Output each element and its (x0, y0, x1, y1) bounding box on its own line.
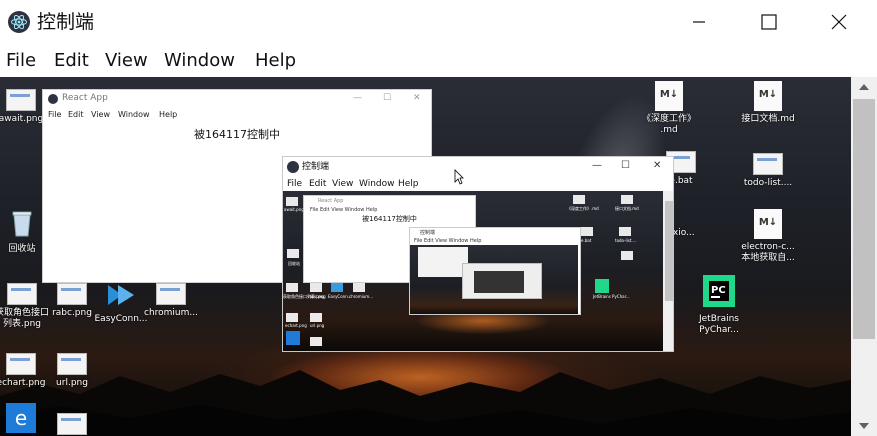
svg-text:e: e (15, 406, 27, 430)
nested-icon-edge (286, 331, 300, 345)
menu-help[interactable]: Help (255, 50, 296, 72)
image-file-icon (57, 413, 87, 435)
maximize-button[interactable] (734, 0, 804, 44)
recursive-window-1 (418, 247, 468, 277)
nested-icon-rabc (310, 283, 322, 292)
chevron-up-icon (859, 84, 869, 90)
menu-file[interactable]: File (6, 50, 36, 72)
scroll-down-button[interactable] (851, 416, 877, 436)
react-menu-edit[interactable]: Edit (68, 110, 84, 120)
easyconnect-icon (108, 285, 134, 305)
nested-icon-electron-c (621, 251, 633, 260)
nested-minimize-button[interactable]: — (592, 160, 602, 172)
image-file-icon (7, 283, 37, 305)
nested-icon-doc (310, 337, 322, 346)
nested-control-window[interactable]: 控制端 — ☐ ✕ File Edit View Window Help awa… (282, 156, 674, 352)
nested-icon-api-doc (621, 195, 633, 204)
controlled-status-text: 被164117控制中 (194, 128, 280, 141)
markdown-file-icon: M↓ (655, 81, 683, 111)
minimize-icon (693, 21, 705, 23)
nested-menu-file[interactable]: File (287, 179, 302, 190)
menu-view[interactable]: View (105, 50, 148, 72)
title-bar[interactable]: 控制端 (0, 0, 877, 44)
react-menu-file[interactable]: File (48, 110, 61, 120)
nested-icon-recycle-bin (287, 249, 299, 258)
remote-screen-view[interactable]: await.png 回收站 获取角色接口 列表.png rabc.png Eas… (0, 77, 851, 436)
edge-browser-icon: e (6, 403, 36, 433)
desktop-icon-todo-list[interactable]: todo-list.... (733, 153, 803, 189)
nested-icon-url (310, 313, 322, 322)
nested-icon-chromium (353, 283, 365, 292)
nested-icon-echart (286, 313, 298, 322)
image-file-icon (6, 89, 36, 111)
menu-edit[interactable]: Edit (54, 50, 89, 72)
nested-control-title: 控制端 (302, 162, 330, 172)
nested-remote-screen[interactable]: await.png 回收站 获取角色接口列表.png rabc.png Easy… (283, 191, 663, 351)
markdown-file-icon: M↓ (754, 209, 782, 239)
desktop-icon-chromium[interactable]: chromium... (136, 283, 206, 319)
pycharm-icon: PC (703, 275, 735, 307)
nested-icon-deep-work (573, 195, 585, 204)
desktop-icon-deep-work-md[interactable]: M↓ 《深度工作》 .md (634, 81, 704, 136)
nested-icon-role-api (286, 283, 298, 292)
react-menu-view[interactable]: View (91, 110, 110, 120)
chevron-down-icon (859, 423, 869, 429)
electron-logo-icon (287, 161, 299, 173)
react-menu-help[interactable]: Help (159, 110, 177, 120)
react-app-title-bar[interactable]: React App — ☐ ✕ (43, 90, 431, 108)
desktop-icon-url[interactable]: url.png (37, 353, 107, 389)
nested-menu-window[interactable]: Window (359, 179, 395, 190)
markdown-file-icon: M↓ (754, 81, 782, 111)
desktop-icon-pycharm[interactable]: PC JetBrains PyChar... (684, 275, 754, 336)
recursive-window-3 (474, 271, 524, 293)
nested-icon-todo-list (619, 227, 631, 236)
maximize-icon (761, 14, 777, 30)
image-file-icon (753, 153, 783, 175)
app-window: 控制端 File Edit View Window Help await.png (0, 0, 877, 436)
nested-scrollbar[interactable] (663, 191, 673, 351)
desktop-icon-doc[interactable] (37, 413, 107, 435)
react-app-title: React App (62, 93, 108, 103)
image-file-icon (57, 283, 87, 305)
react-app-close-button[interactable]: ✕ (413, 93, 421, 104)
react-app-minimize-button[interactable]: — (353, 93, 362, 104)
recycle-bin-icon (12, 211, 32, 237)
menu-window[interactable]: Window (164, 50, 235, 72)
nested-inner-control-window[interactable]: 控制端 File Edit View Window Help (409, 227, 581, 315)
mouse-cursor-icon (454, 169, 464, 185)
scroll-up-button[interactable] (851, 77, 877, 97)
nested-close-button[interactable]: ✕ (653, 160, 661, 172)
nested-inner-screen (410, 245, 578, 314)
nested-menu-edit[interactable]: Edit (309, 179, 326, 190)
window-title: 控制端 (37, 11, 95, 33)
vertical-scrollbar[interactable] (851, 77, 877, 436)
nested-icon-easyconnect (331, 283, 343, 292)
nested-scrollbar-thumb[interactable] (665, 201, 673, 301)
nested-icon-await (286, 197, 298, 206)
minimize-button[interactable] (664, 0, 734, 44)
nested-menu-view[interactable]: View (332, 179, 353, 190)
nested-icon-pycharm (595, 279, 609, 293)
electron-logo-icon (48, 94, 58, 104)
image-file-icon (6, 353, 36, 375)
electron-logo-icon (8, 11, 30, 33)
close-icon (831, 14, 847, 30)
nested-icon-bat (581, 227, 593, 236)
nested-menu-help[interactable]: Help (398, 179, 419, 190)
image-file-icon (156, 283, 186, 305)
scrollbar-thumb[interactable] (853, 99, 875, 339)
menu-bar: File Edit View Window Help (0, 44, 877, 77)
image-file-icon (57, 353, 87, 375)
react-menu-window[interactable]: Window (118, 110, 150, 120)
desktop-icon-electron-c[interactable]: M↓ electron-c... 本地获取自... (733, 209, 803, 264)
close-button[interactable] (804, 0, 874, 44)
wallpaper-mountains (0, 370, 851, 436)
react-app-maximize-button[interactable]: ☐ (383, 93, 391, 104)
desktop-icon-api-doc-md[interactable]: M↓ 接口文档.md (733, 81, 803, 125)
svg-text:PC: PC (711, 285, 726, 296)
nested-maximize-button[interactable]: ☐ (621, 160, 630, 172)
